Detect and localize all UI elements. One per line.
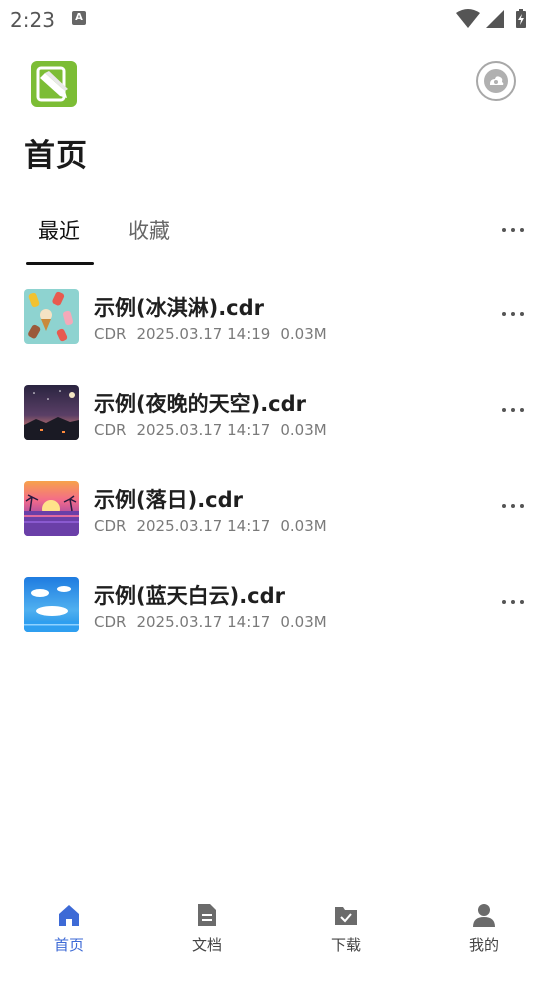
file-size: 0.03M xyxy=(280,517,327,535)
more-dot-icon xyxy=(502,312,506,316)
file-meta: CDR 2025.03.17 14:17 0.03M xyxy=(94,421,337,439)
more-dot-icon xyxy=(511,312,515,316)
more-dot-icon xyxy=(511,408,515,412)
tab-favorites[interactable]: 收藏 xyxy=(128,215,170,245)
file-name: 示例(落日).cdr xyxy=(94,488,244,512)
status-bar: 2:23 A xyxy=(0,0,554,40)
more-dot-icon xyxy=(502,504,506,508)
file-date: 2025.03.17 14:17 xyxy=(136,613,271,631)
profile-icon xyxy=(473,904,495,927)
sync-button[interactable] xyxy=(476,61,516,101)
file-thumbnail-sunset xyxy=(24,481,79,536)
file-meta: CDR 2025.03.17 14:17 0.03M xyxy=(94,517,337,535)
wifi-icon xyxy=(456,9,480,28)
nav-download-label: 下载 xyxy=(330,936,361,954)
nav-documents[interactable]: 文档 xyxy=(138,892,276,972)
tab-bar: 最近 收藏 xyxy=(0,205,554,265)
more-dot-icon xyxy=(520,228,524,232)
file-item[interactable]: 示例(蓝天白云).cdr CDR 2025.03.17 14:17 0.03M xyxy=(0,557,554,653)
file-type: CDR xyxy=(94,421,127,439)
document-icon xyxy=(198,904,216,926)
nav-profile[interactable]: 我的 xyxy=(415,892,553,972)
file-meta: CDR 2025.03.17 14:19 0.03M xyxy=(94,325,337,343)
tab-recent[interactable]: 最近 xyxy=(38,215,80,245)
more-dot-icon xyxy=(511,504,515,508)
file-more-button[interactable] xyxy=(502,309,524,319)
bottom-nav: 首页 文档 下载 我的 xyxy=(0,892,554,972)
pencil-icon xyxy=(36,66,68,102)
cloud-sync-icon xyxy=(484,69,508,93)
nav-home[interactable]: 首页 xyxy=(0,892,138,972)
more-dot-icon xyxy=(520,312,524,316)
file-date: 2025.03.17 14:17 xyxy=(136,421,271,439)
tabs-more-button[interactable] xyxy=(502,225,524,235)
nav-download[interactable]: 下载 xyxy=(277,892,415,972)
file-item[interactable]: 示例(夜晚的天空).cdr CDR 2025.03.17 14:17 0.03M xyxy=(0,365,554,461)
file-name: 示例(冰淇淋).cdr xyxy=(94,296,265,320)
nav-home-label: 首页 xyxy=(53,936,84,954)
more-dot-icon xyxy=(502,228,506,232)
file-size: 0.03M xyxy=(280,421,327,439)
file-more-button[interactable] xyxy=(502,597,524,607)
more-dot-icon xyxy=(520,600,524,604)
more-dot-icon xyxy=(511,228,515,232)
file-type: CDR xyxy=(94,613,127,631)
app-header xyxy=(0,58,554,110)
more-dot-icon xyxy=(502,408,506,412)
file-date: 2025.03.17 14:17 xyxy=(136,517,271,535)
signal-icon xyxy=(486,10,504,28)
download-folder-icon xyxy=(335,907,357,925)
more-dot-icon xyxy=(520,504,524,508)
active-tab-indicator xyxy=(26,262,94,265)
notification-icon: A xyxy=(72,11,86,25)
file-item[interactable]: 示例(冰淇淋).cdr CDR 2025.03.17 14:19 0.03M xyxy=(0,269,554,365)
more-dot-icon xyxy=(520,408,524,412)
more-dot-icon xyxy=(511,600,515,604)
status-time: 2:23 xyxy=(10,8,55,32)
file-size: 0.03M xyxy=(280,325,327,343)
file-more-button[interactable] xyxy=(502,501,524,511)
more-dot-icon xyxy=(502,600,506,604)
file-type: CDR xyxy=(94,325,127,343)
file-size: 0.03M xyxy=(280,613,327,631)
file-thumbnail-ice-cream xyxy=(24,289,79,344)
nav-documents-label: 文档 xyxy=(191,936,222,954)
file-name: 示例(夜晚的天空).cdr xyxy=(94,392,307,416)
file-thumbnail-night-sky xyxy=(24,385,79,440)
battery-icon xyxy=(516,9,526,28)
file-more-button[interactable] xyxy=(502,405,524,415)
file-date: 2025.03.17 14:19 xyxy=(136,325,271,343)
status-icons xyxy=(456,9,526,28)
page-title: 首页 xyxy=(24,138,88,174)
file-meta: CDR 2025.03.17 14:17 0.03M xyxy=(94,613,337,631)
nav-profile-label: 我的 xyxy=(468,936,499,954)
file-type: CDR xyxy=(94,517,127,535)
app-logo xyxy=(31,61,77,107)
file-thumbnail-blue-sky xyxy=(24,577,79,632)
file-name: 示例(蓝天白云).cdr xyxy=(94,584,286,608)
file-item[interactable]: 示例(落日).cdr CDR 2025.03.17 14:17 0.03M xyxy=(0,461,554,557)
home-icon xyxy=(59,905,79,926)
